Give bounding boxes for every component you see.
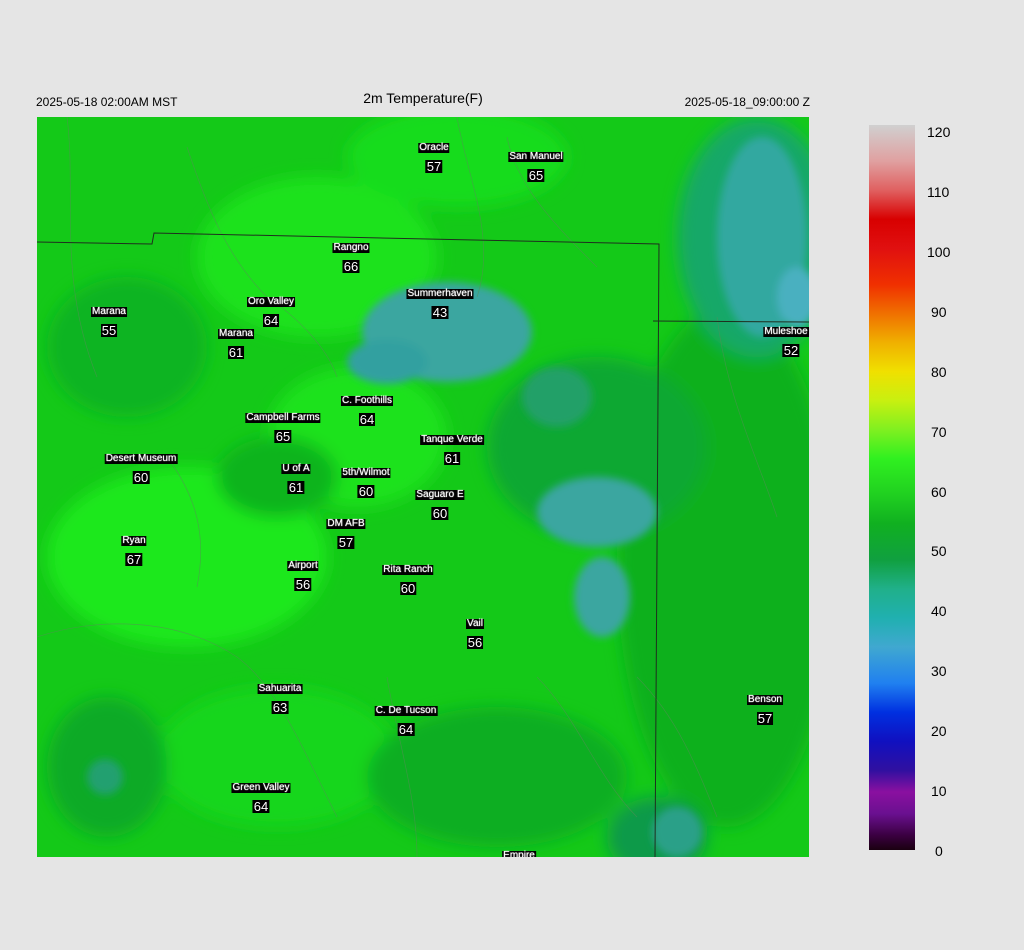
station-name: C. De Tucson: [374, 705, 438, 716]
colorbar-tick-label: 120: [927, 124, 951, 140]
station-marker: Ryan 67: [121, 531, 147, 568]
station-temperature: 52: [782, 343, 800, 358]
station-temperature: 65: [274, 429, 292, 444]
colorbar-tick-label: 40: [931, 603, 947, 620]
colorbar-tick-label: 90: [931, 303, 947, 320]
colorbar: [869, 125, 915, 850]
station-temperature: 56: [466, 635, 484, 650]
colorbar-tick-label: 70: [931, 423, 947, 440]
station-name: Sahuarita: [257, 683, 303, 694]
station-name: Marana: [218, 328, 254, 339]
station-name: C. Foothills: [340, 395, 394, 406]
station-marker: Green Valley 64: [231, 778, 291, 815]
station-marker: Desert Museum 60: [104, 449, 178, 486]
station-temperature: 57: [756, 711, 774, 726]
station-marker: Vail 56: [466, 614, 484, 651]
temperature-map: Oracle 57 San Manuel 65 Rangno 66 Summerhaven 4…: [37, 117, 809, 857]
station-marker: Summerhaven 43: [406, 284, 474, 321]
station-temperature: 60: [357, 484, 375, 499]
station-name: Campbell Farms: [245, 412, 321, 423]
colorbar-tick-label: 20: [931, 723, 947, 740]
station-temperature: 60: [431, 506, 449, 521]
colorbar-tick-label: 30: [931, 663, 947, 680]
colorbar-tick-label: 100: [927, 243, 951, 260]
station-marker: Rangno 66: [332, 238, 370, 275]
station-name: Marana: [91, 306, 127, 317]
station-name: Vail: [466, 618, 484, 629]
station-name: DM AFB: [326, 518, 366, 529]
station-temperature: 60: [132, 470, 150, 485]
colorbar-tick-label: 50: [931, 543, 947, 560]
station-name: U of A: [281, 463, 311, 474]
station-temperature: 66: [342, 259, 360, 274]
station-temperature: 63: [271, 700, 289, 715]
station-marker: Oro Valley 64: [247, 292, 295, 329]
station-marker: Muleshoe R 52: [763, 322, 809, 359]
station-name: Ryan: [121, 535, 147, 546]
station-name: San Manuel: [508, 151, 564, 162]
local-time-label: 2025-05-18 02:00AM MST: [36, 95, 178, 109]
station-temperature: 64: [358, 412, 376, 427]
station-marker: Tanque Verde 61: [420, 430, 484, 467]
station-temperature: 55: [100, 323, 118, 338]
station-name: Summerhaven: [406, 288, 474, 299]
station-marker: Rita Ranch 60: [382, 560, 434, 597]
colorbar-tick-label: 80: [931, 363, 947, 380]
station-marker: Oracle 57: [418, 138, 450, 175]
station-temperature: 61: [287, 480, 305, 495]
station-name: Green Valley: [231, 782, 291, 793]
station-marker: San Manuel 65: [508, 147, 564, 184]
station-marker: Marana 55: [91, 302, 127, 339]
map-title: 2m Temperature(F): [363, 90, 483, 106]
station-temperature: 61: [227, 345, 245, 360]
station-marker: 5th/Wilmot 60: [341, 463, 391, 500]
station-marker: Airport 56: [287, 556, 319, 593]
station-name: Saguaro E: [415, 489, 465, 500]
station-name: Muleshoe R: [763, 327, 809, 337]
station-name: Oracle: [418, 142, 450, 153]
station-name: Rita Ranch: [382, 564, 434, 575]
station-name: Benson: [747, 694, 783, 705]
colorbar-tick-label: 10: [931, 783, 947, 800]
valid-time-label: 2025-05-18_09:00:00 Z: [684, 95, 810, 109]
station-name: Desert Museum: [104, 453, 178, 464]
station-name: Tanque Verde: [420, 434, 484, 445]
station-temperature: 60: [399, 581, 417, 596]
station-temperature: 57: [337, 535, 355, 550]
station-temperature: 64: [252, 799, 270, 814]
station-marker: C. Foothills 64: [340, 391, 394, 428]
station-marker: Sahuarita 63: [257, 679, 303, 716]
station-temperature: 64: [397, 722, 415, 737]
station-marker: DM AFB 57: [326, 514, 366, 551]
station-marker: Empire: [502, 846, 536, 857]
station-name: Rangno: [332, 242, 370, 253]
station-name: Empire: [502, 851, 536, 857]
colorbar-tick-label: 60: [931, 483, 947, 500]
station-temperature: 64: [262, 313, 280, 328]
colorbar-tick-label: 0: [935, 843, 943, 859]
station-marker: C. De Tucson 64: [374, 701, 438, 738]
station-name: 5th/Wilmot: [341, 467, 391, 478]
station-name: Oro Valley: [247, 296, 295, 307]
station-marker: Marana 61: [218, 324, 254, 361]
station-temperature: 67: [125, 552, 143, 567]
station-marker: U of A 61: [281, 459, 311, 496]
station-marker: Saguaro E 60: [415, 485, 465, 522]
station-marker: Campbell Farms 65: [245, 408, 321, 445]
station-temperature: 56: [294, 577, 312, 592]
station-temperature: 57: [425, 159, 443, 174]
station-temperature: 65: [527, 168, 545, 183]
station-temperature: 61: [443, 451, 461, 466]
station-name: Airport: [287, 560, 319, 571]
station-temperature: 43: [431, 305, 449, 320]
colorbar-tick-label: 110: [927, 183, 950, 200]
station-marker: Benson 57: [747, 690, 783, 727]
